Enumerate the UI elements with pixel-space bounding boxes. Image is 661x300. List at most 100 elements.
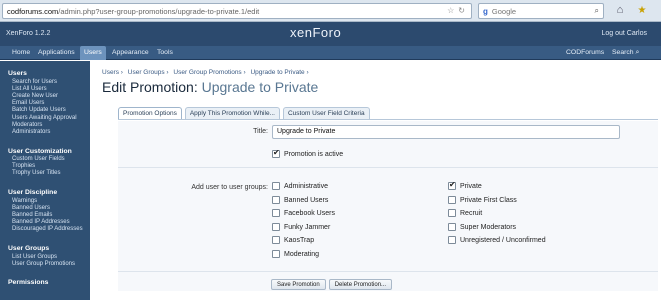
group-checkbox-private[interactable]: Private — [448, 180, 482, 190]
checkbox-label: Super Moderators — [460, 223, 517, 231]
sidebar-item-discouraged-ips[interactable]: Discouraged IP Addresses — [0, 226, 90, 233]
sidebar-item-batch-update[interactable]: Batch Update Users — [0, 107, 90, 114]
sidebar-item-email-users[interactable]: Email Users — [0, 100, 90, 107]
browser-search-input[interactable]: g Google ⌕ — [478, 3, 604, 19]
delete-promotion-button[interactable]: Delete Promotion... — [328, 279, 393, 290]
home-icon[interactable]: ⌂ — [612, 3, 628, 19]
sidebar-item-administrators[interactable]: Administrators — [0, 128, 90, 135]
sidebar-item-warnings[interactable]: Warnings — [0, 197, 90, 204]
sidebar-item-banned-emails[interactable]: Banned Emails — [0, 211, 90, 218]
sidebar: Users Search for Users List All Users Cr… — [0, 61, 90, 300]
sidebar-group-customization: User Customization Custom User Fields Tr… — [0, 142, 90, 178]
group-checkbox-moderating[interactable]: Moderating — [272, 250, 319, 258]
nav-tab-appearance[interactable]: Appearance — [108, 46, 153, 60]
sidebar-item-awaiting-approval[interactable]: Users Awaiting Approval — [0, 114, 90, 121]
sidebar-item-search-users[interactable]: Search for Users — [0, 78, 90, 85]
sidebar-item-list-users[interactable]: List All Users — [0, 85, 90, 92]
tab-promotion-options[interactable]: Promotion Options — [118, 107, 182, 119]
nav-site-link[interactable]: CODForums — [566, 46, 604, 60]
checkbox-label: Banned Users — [284, 196, 329, 204]
checkbox-label: Private — [460, 182, 482, 190]
checkbox-box — [448, 223, 456, 231]
page-title-prefix: Edit Promotion: — [102, 79, 202, 95]
checkbox-label: Private First Class — [460, 196, 517, 204]
checkbox-label: Moderating — [284, 250, 320, 258]
checkbox-box — [448, 209, 456, 217]
admin-header: XenForo 1.2.2 xenForo Log out Carlos — [0, 22, 661, 46]
active-label: Promotion is active — [284, 150, 344, 158]
checkbox-box — [448, 236, 456, 244]
tab-custom-field-criteria[interactable]: Custom User Field Criteria — [282, 107, 370, 119]
group-checkbox-recruit[interactable]: Recruit — [448, 209, 482, 217]
breadcrumb-user-groups[interactable]: User Groups › — [128, 69, 169, 76]
title-label: Title: — [253, 128, 268, 135]
search-icon: ⌕ — [635, 49, 640, 56]
checkbox-box-checked — [448, 180, 456, 190]
main-content: Users › User Groups › User Group Promoti… — [96, 61, 661, 300]
reload-icon[interactable]: ↻ — [458, 6, 465, 15]
address-icons: ☆ ↻ — [447, 6, 465, 15]
checkbox-box — [272, 236, 280, 244]
save-promotion-button[interactable]: Save Promotion — [271, 279, 326, 290]
sidebar-group-discipline: User Discipline Warnings Banned Users Ba… — [0, 183, 90, 233]
sidebar-item-list-groups[interactable]: List User Groups — [0, 253, 90, 260]
checkbox-label: Unregistered / Unconfirmed — [460, 236, 546, 244]
promotion-form: Title: Upgrade to Private Promotion is a… — [118, 121, 658, 291]
checkbox-label: KaosTrap — [284, 236, 315, 244]
tab-underline — [118, 119, 658, 120]
sidebar-item-moderators[interactable]: Moderators — [0, 121, 90, 128]
group-checkbox-facebook-users[interactable]: Facebook Users — [272, 209, 335, 217]
breadcrumb: Users › User Groups › User Group Promoti… — [102, 69, 312, 76]
star-outline-icon[interactable]: ☆ — [447, 6, 454, 15]
active-checkbox[interactable]: Promotion is active — [272, 148, 344, 158]
xenforo-logo[interactable]: xenForo — [290, 25, 341, 40]
nav-tab-applications[interactable]: Applications — [34, 46, 79, 60]
nav-tab-tools[interactable]: Tools — [153, 46, 177, 60]
checkbox-box — [272, 223, 280, 231]
tab-apply-while[interactable]: Apply This Promotion While... — [184, 107, 280, 119]
bookmark-star-icon[interactable]: ★ — [634, 3, 650, 19]
sidebar-group-permissions: Permissions — [0, 273, 90, 287]
group-checkbox-administrative[interactable]: Administrative — [272, 182, 328, 190]
checkbox-box — [272, 196, 280, 204]
group-checkbox-banned-users[interactable]: Banned Users — [272, 196, 328, 204]
search-placeholder: Google — [491, 6, 517, 16]
checkbox-box — [272, 209, 280, 217]
page-title-name: Upgrade to Private — [201, 79, 319, 95]
sidebar-item-trophies[interactable]: Trophies — [0, 163, 90, 170]
form-divider — [118, 167, 658, 168]
group-checkbox-unregistered[interactable]: Unregistered / Unconfirmed — [448, 236, 546, 244]
sidebar-heading: User Discipline — [8, 189, 58, 197]
address-bar[interactable]: codforums.com/admin.php?user-group-promo… — [2, 3, 472, 19]
sidebar-item-group-promotions[interactable]: User Group Promotions — [0, 260, 90, 267]
sidebar-item-custom-fields[interactable]: Custom User Fields — [0, 156, 90, 163]
sidebar-heading: Permissions — [8, 279, 49, 287]
sidebar-heading: Users — [8, 70, 27, 77]
groups-label: Add user to user groups: — [191, 184, 268, 191]
sidebar-item-banned-users[interactable]: Banned Users — [0, 204, 90, 211]
group-checkbox-super-moderators[interactable]: Super Moderators — [448, 223, 516, 231]
sidebar-item-create-user[interactable]: Create New User — [0, 92, 90, 99]
checkbox-box — [448, 196, 456, 204]
breadcrumb-users[interactable]: Users › — [102, 69, 123, 76]
nav-tab-users[interactable]: Users — [80, 46, 106, 60]
checkbox-label: Facebook Users — [284, 209, 335, 217]
nav-search-link[interactable]: Search ⌕ — [612, 46, 639, 60]
group-checkbox-kaostrap[interactable]: KaosTrap — [272, 236, 314, 244]
breadcrumb-promotions[interactable]: User Group Promotions › — [173, 69, 245, 76]
group-checkbox-funky-jammer[interactable]: Funky Jammer — [272, 223, 330, 231]
breadcrumb-current[interactable]: Upgrade to Private › — [250, 69, 308, 76]
page-title: Edit Promotion: Upgrade to Private — [102, 79, 318, 95]
sidebar-item-trophy-titles[interactable]: Trophy User Titles — [0, 170, 90, 177]
sidebar-group-user-groups: User Groups List User Groups User Group … — [0, 239, 90, 267]
search-icon[interactable]: ⌕ — [595, 6, 599, 16]
checkbox-box — [272, 250, 280, 258]
title-input[interactable]: Upgrade to Private — [272, 125, 620, 139]
checkbox-label: Funky Jammer — [284, 223, 331, 231]
group-checkbox-private-first-class[interactable]: Private First Class — [448, 196, 517, 204]
logout-link[interactable]: Log out Carlos — [601, 30, 647, 37]
checkbox-label: Recruit — [460, 209, 483, 217]
nav-tab-home[interactable]: Home — [8, 46, 34, 60]
sidebar-item-banned-ips[interactable]: Banned IP Addresses — [0, 219, 90, 226]
google-icon: g — [483, 6, 488, 16]
